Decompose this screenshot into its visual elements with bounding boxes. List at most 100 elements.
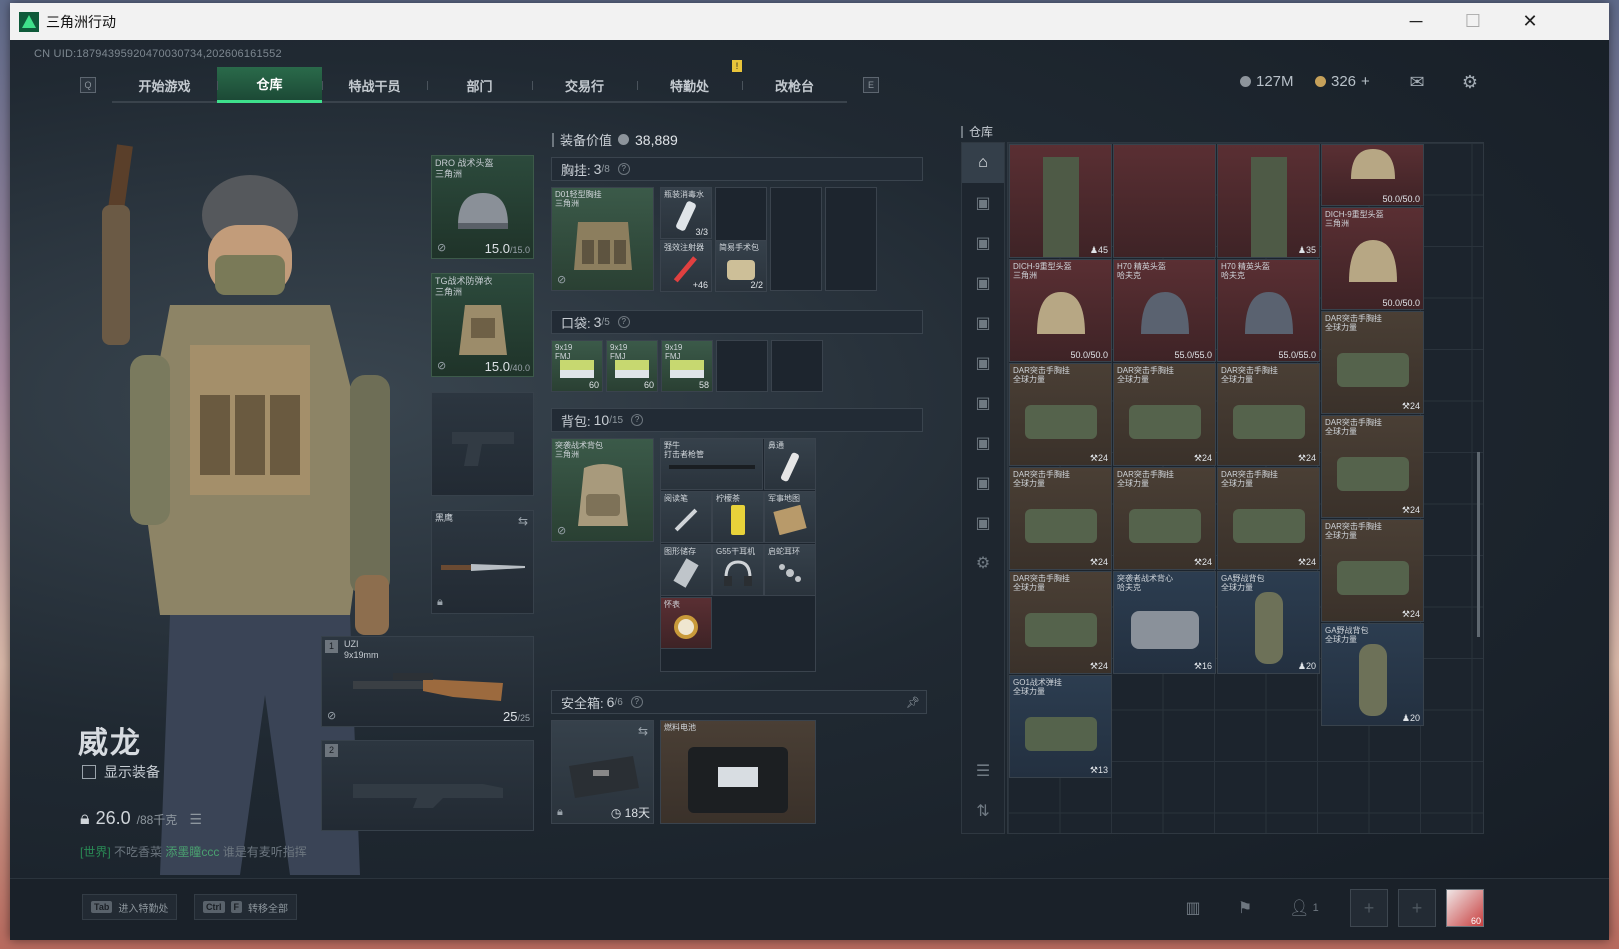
storage-item[interactable]: H70 精英头盔 哈夫克 55.0/55.0 <box>1113 259 1216 362</box>
stats-chart-icon[interactable]: ▥ <box>1178 893 1208 923</box>
warehouse-page-5-icon[interactable]: ▣ <box>962 343 1004 383</box>
helmet-slot[interactable]: DRO 战术头盔 三角洲 ⊘ 15.0/15.0 <box>431 155 534 259</box>
tab-warehouse[interactable]: 仓库 <box>217 67 322 103</box>
warehouse-page-4-icon[interactable]: ▣ <box>962 303 1004 343</box>
storage-item[interactable]: GA野战背包 全球力量 ♟20 <box>1321 623 1424 726</box>
layers-icon[interactable]: ☰ <box>962 751 1004 791</box>
empty-cell[interactable] <box>716 340 768 392</box>
player-avatar[interactable]: 60 <box>1446 889 1484 927</box>
warehouse-scrollbar[interactable] <box>1477 452 1480 637</box>
chest-rig-item[interactable]: D01轻型胸挂 三角洲 ⊘ <box>551 187 654 291</box>
storage-item[interactable]: DICH-9重型头盔 三角洲 50.0/50.0 <box>1321 207 1424 310</box>
settings-gear-icon[interactable]: ⚙ <box>1459 72 1481 92</box>
backpack-item-barrel[interactable]: 野牛 打击者枪管 <box>660 438 763 490</box>
tab-gunsmith[interactable]: 改枪台 <box>742 67 847 103</box>
storage-item[interactable]: GO1战术弹挂 全球力量 ⚒13 <box>1009 675 1112 778</box>
swap-icon[interactable]: ⇆ <box>638 724 648 738</box>
help-icon[interactable]: ? <box>617 163 630 175</box>
help-icon[interactable]: ? <box>631 414 644 426</box>
pin-icon[interactable]: 📌︎ <box>906 696 920 709</box>
chest-item-disinfectant[interactable]: 瓶装消毒水 3/3 <box>660 187 712 239</box>
close-button[interactable]: ✕ <box>1507 3 1553 40</box>
warehouse-all-icon[interactable]: ⌂ <box>962 143 1004 183</box>
safebox-item-fuel-cell[interactable]: 燃料电池 <box>660 720 816 824</box>
storage-item[interactable]: DAR突击手胸挂 全球力量 ⚒24 <box>1217 467 1320 570</box>
chest-item-injector[interactable]: 强效注射器 +46 <box>660 240 712 292</box>
maximize-button[interactable]: ☐ <box>1450 3 1496 40</box>
warehouse-page-2-icon[interactable]: ▣ <box>962 223 1004 263</box>
swap-icon[interactable]: ⇆ <box>518 514 528 528</box>
empty-cell[interactable] <box>770 187 822 291</box>
help-icon[interactable]: ? <box>617 316 630 328</box>
tab-operators[interactable]: 特战干员 <box>322 67 427 103</box>
team-slot-add[interactable]: + <box>1398 889 1436 927</box>
backpack-item-nasal[interactable]: 鼻通 <box>764 438 816 490</box>
pocket-ammo-3[interactable]: 9x19 FMJ 58 <box>661 340 713 392</box>
team-slot-add[interactable]: + <box>1350 889 1388 927</box>
empty-cell[interactable] <box>771 340 823 392</box>
show-equipment-toggle[interactable]: 显示装备 <box>82 762 160 782</box>
empty-cell[interactable] <box>825 187 877 291</box>
melee-slot[interactable]: 黑鹰 ⇆ 🔒︎ <box>431 510 534 614</box>
chest-item-surgery-kit[interactable]: 简易手术包 2/2 <box>715 240 767 292</box>
help-icon[interactable]: ? <box>630 696 643 708</box>
tab-start-game[interactable]: 开始游戏 <box>112 67 217 103</box>
tab-department[interactable]: 部门 <box>427 67 532 103</box>
storage-item[interactable] <box>1113 144 1216 258</box>
storage-item[interactable]: DAR突击手胸挂 全球力量 ⚒24 <box>1321 415 1424 518</box>
minimize-button[interactable]: ─ <box>1393 3 1439 40</box>
warehouse-page-7-icon[interactable]: ▣ <box>962 423 1004 463</box>
nav-right-key[interactable]: E <box>863 77 879 93</box>
primary-weapon-slot[interactable]: 1 UZI 9x19mm ⊘ 25/25 <box>321 636 534 727</box>
storage-item[interactable]: 50.0/50.0 <box>1321 144 1424 206</box>
gold-balance[interactable]: 326 + <box>1315 73 1370 90</box>
safebox-container[interactable]: ⇆ 🔒︎ ◷ 18天 <box>551 720 654 824</box>
backpack-item-map[interactable]: 军事地图 <box>764 491 816 543</box>
backpack-item-headphones[interactable]: G55干耳机 <box>712 544 764 596</box>
armor-slot[interactable]: TG战术防弹衣 三角洲 ⊘ 15.0/40.0 <box>431 273 534 377</box>
storage-item[interactable]: DAR突击手胸挂 全球力量 ⚒24 <box>1321 519 1424 622</box>
warehouse-settings-gear-icon[interactable]: ⚙ <box>962 543 1004 583</box>
backpack-item-pen[interactable]: 阅读笔 <box>660 491 712 543</box>
storage-item[interactable]: DAR突击手胸挂 全球力量 ⚒24 <box>1009 363 1112 466</box>
pocket-ammo-1[interactable]: 9x19 FMJ 60 <box>551 340 603 392</box>
tab-market[interactable]: 交易行 <box>532 67 637 103</box>
warehouse-page-9-icon[interactable]: ▣ <box>962 503 1004 543</box>
storage-item[interactable]: DAR突击手胸挂 全球力量 ⚒24 <box>1113 467 1216 570</box>
storage-item[interactable]: H70 精英头盔 哈夫克 55.0/55.0 <box>1217 259 1320 362</box>
storage-item[interactable]: ♟35 <box>1217 144 1320 258</box>
warehouse-page-6-icon[interactable]: ▣ <box>962 383 1004 423</box>
backpack-item[interactable]: 突袭战术背包 三角洲 ⊘ <box>551 438 654 542</box>
storage-item[interactable]: DAR突击手胸挂 全球力量 ⚒24 <box>1009 467 1112 570</box>
warehouse-page-1-icon[interactable]: ▣ <box>962 183 1004 223</box>
storage-item[interactable]: ♟45 <box>1009 144 1112 258</box>
backpack-item-earring[interactable]: 启蛇耳环 <box>764 544 816 596</box>
storage-item[interactable]: DAR突击手胸挂 全球力量 ⚒24 <box>1321 311 1424 414</box>
team-icon[interactable]: 👤︎ 1 <box>1282 893 1326 923</box>
transfer-all-hint[interactable]: Ctrl F 转移全部 <box>194 894 297 920</box>
sort-icon[interactable]: ⇅ <box>962 791 1004 831</box>
enter-special-ops-hint[interactable]: Tab 进入特勤处 <box>82 894 178 920</box>
pocket-ammo-2[interactable]: 9x19 FMJ 60 <box>606 340 658 392</box>
warehouse-page-3-icon[interactable]: ▣ <box>962 263 1004 303</box>
backpack-item-tea[interactable]: 柠檬茶 <box>712 491 764 543</box>
warehouse-page-8-icon[interactable]: ▣ <box>962 463 1004 503</box>
flag-icon[interactable]: ⚑ <box>1230 893 1260 923</box>
storage-item[interactable]: DAR突击手胸挂 全球力量 ⚒24 <box>1009 571 1112 674</box>
chat-line[interactable]: [世界] 不吃香菜 添墨瞳ccc 谁是有麦听指挥 <box>80 843 307 860</box>
tab-special-ops[interactable]: 特勤处 <box>637 67 742 103</box>
secondary-weapon-slot[interactable]: 2 <box>321 740 534 831</box>
show-equipment-checkbox[interactable] <box>82 765 96 779</box>
nav-left-key[interactable]: Q <box>80 77 96 93</box>
backpack-item-pocket-watch[interactable]: 怀表 <box>660 597 712 649</box>
add-gold-button[interactable]: + <box>1361 73 1370 90</box>
storage-item[interactable]: GA野战背包 全球力量 ♟20 <box>1217 571 1320 674</box>
storage-item[interactable]: DAR突击手胸挂 全球力量 ⚒24 <box>1113 363 1216 466</box>
pistol-slot[interactable] <box>431 392 534 496</box>
backpack-item-storage[interactable]: 图形储存 <box>660 544 712 596</box>
list-icon[interactable]: ☰ <box>189 811 202 828</box>
mail-icon[interactable]: ✉ <box>1406 72 1428 92</box>
storage-item[interactable]: DICH-9重型头盔 三角洲 50.0/50.0 <box>1009 259 1112 362</box>
storage-item[interactable]: 突袭者战术背心 哈夫克 ⚒16 <box>1113 571 1216 674</box>
storage-item[interactable]: DAR突击手胸挂 全球力量 ⚒24 <box>1217 363 1320 466</box>
